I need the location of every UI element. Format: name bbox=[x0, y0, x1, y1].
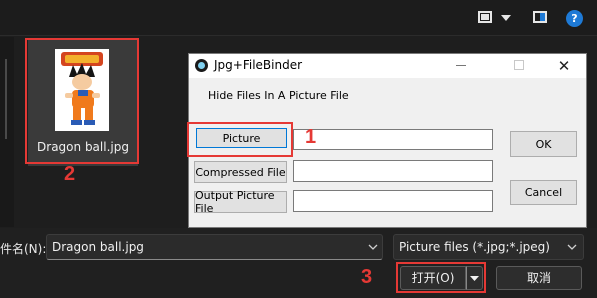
minimize-icon[interactable] bbox=[456, 65, 466, 66]
compressed-file-button[interactable]: Compressed File bbox=[194, 161, 287, 183]
highlight-box-open bbox=[396, 262, 486, 293]
navigation-pane bbox=[0, 37, 14, 227]
chevron-down-icon[interactable] bbox=[368, 243, 378, 251]
output-picture-file-button[interactable]: Output Picture File bbox=[194, 189, 287, 215]
maximize-icon[interactable] bbox=[514, 60, 524, 70]
output-file-path-field[interactable] bbox=[293, 190, 493, 212]
change-view-icon[interactable] bbox=[476, 9, 494, 27]
file-type-value: Picture files (*.jpg;*.jpeg) bbox=[399, 240, 550, 254]
annotation-2: 2 bbox=[64, 163, 76, 185]
cancel-file-button[interactable]: 取消 bbox=[496, 266, 582, 290]
picture-path-field[interactable] bbox=[293, 129, 493, 150]
filename-label: 件名(N): bbox=[0, 242, 47, 256]
chevron-down-icon[interactable] bbox=[567, 243, 577, 251]
dialog-title: Jpg+FileBinder bbox=[214, 58, 303, 72]
app-icon bbox=[195, 59, 208, 72]
filename-value: Dragon ball.jpg bbox=[52, 240, 144, 254]
annotation-3: 3 bbox=[361, 266, 373, 288]
close-icon[interactable]: ✕ bbox=[553, 55, 575, 77]
preview-pane-icon[interactable] bbox=[531, 9, 549, 27]
cancel-button[interactable]: Cancel bbox=[510, 180, 577, 205]
compressed-file-path-field[interactable] bbox=[293, 160, 493, 182]
highlight-box-file bbox=[25, 38, 139, 164]
chevron-down-icon[interactable] bbox=[500, 13, 512, 23]
ok-button[interactable]: OK bbox=[510, 131, 577, 157]
highlight-box-picture bbox=[187, 122, 293, 157]
scrollbar[interactable] bbox=[5, 59, 7, 139]
help-icon[interactable]: ? bbox=[566, 10, 583, 27]
annotation-1: 1 bbox=[305, 126, 317, 148]
dialog-heading: Hide Files In A Picture File bbox=[208, 89, 349, 102]
